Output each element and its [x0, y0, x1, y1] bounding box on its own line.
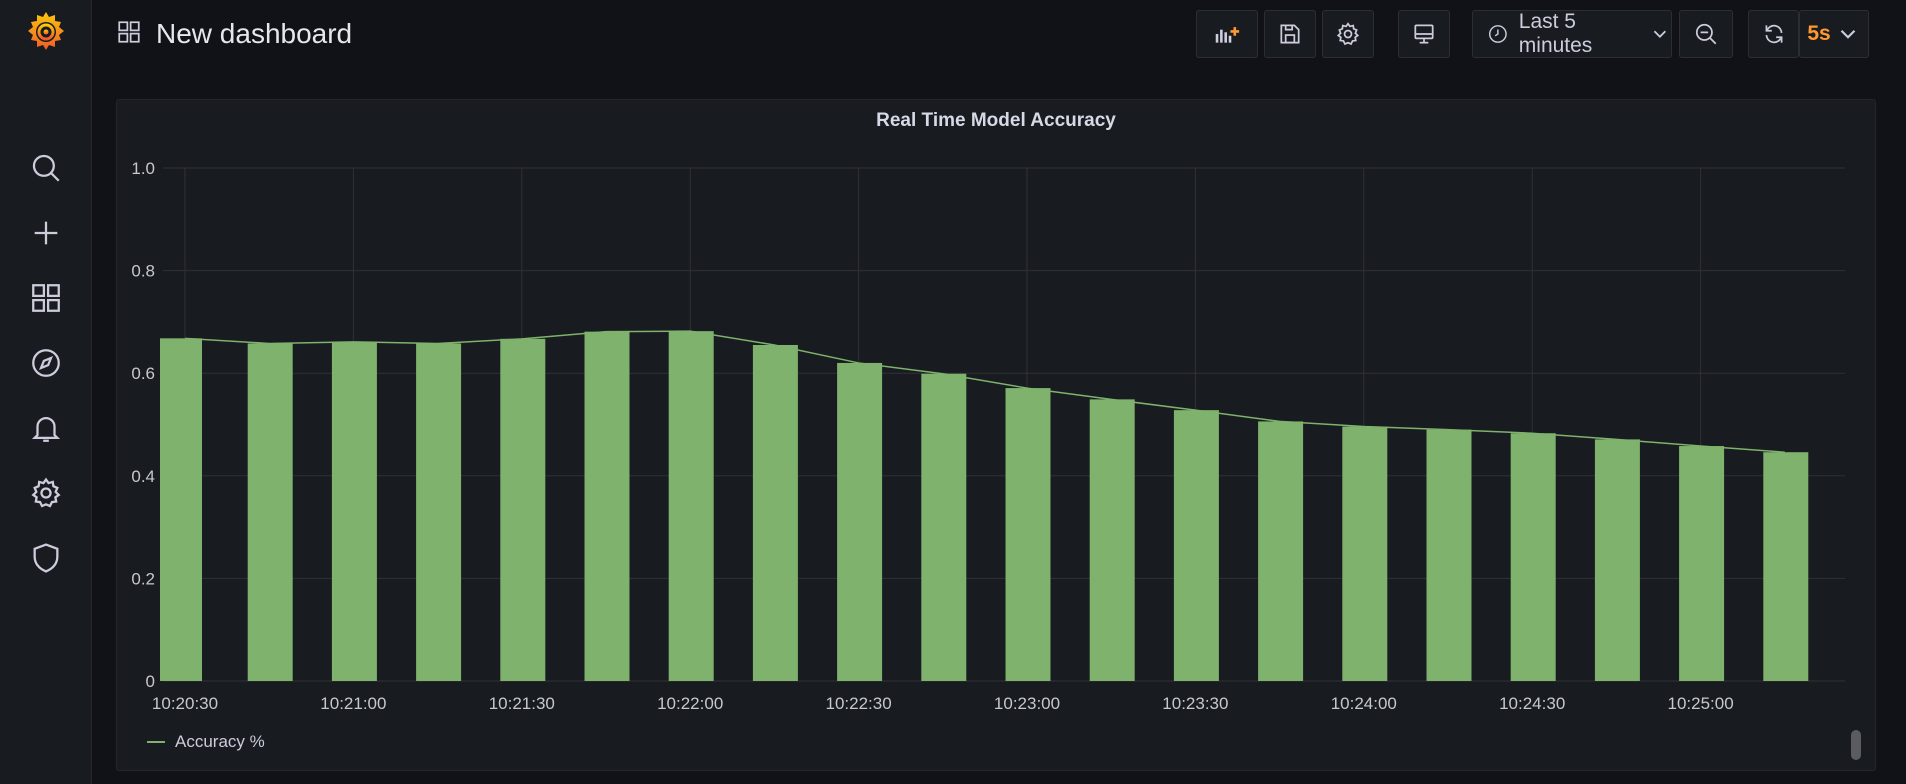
time-range-picker[interactable]: Last 5 minutes: [1472, 10, 1672, 58]
bar: [1763, 452, 1809, 681]
x-tick-label: 10:25:00: [1668, 694, 1734, 713]
dashboards-grid-icon: [116, 19, 142, 50]
bar: [584, 331, 630, 681]
bar: [1005, 388, 1051, 681]
y-tick-label: 0.2: [131, 569, 155, 588]
y-tick-label: 0.8: [131, 262, 155, 281]
chevron-down-icon: [1840, 29, 1855, 39]
y-tick-label: 0: [146, 672, 155, 691]
panel-resize-handle[interactable]: [1851, 730, 1861, 760]
bar: [668, 331, 714, 681]
bar: [1679, 446, 1725, 681]
refresh-interval-label: 5s: [1807, 22, 1831, 45]
bar: [837, 362, 883, 681]
save-dashboard-button[interactable]: [1264, 10, 1316, 58]
dashboards-icon[interactable]: [28, 280, 64, 316]
grafana-logo-icon[interactable]: [22, 8, 70, 56]
shield-icon[interactable]: [28, 540, 64, 576]
legend-label-accuracy[interactable]: Accuracy %: [175, 732, 265, 752]
bell-icon[interactable]: [28, 410, 64, 446]
compass-icon[interactable]: [28, 345, 64, 381]
bar: [331, 341, 377, 681]
legend-swatch: [147, 741, 165, 743]
bar: [1594, 439, 1640, 681]
x-tick-label: 10:22:30: [826, 694, 892, 713]
bar: [1426, 429, 1472, 681]
refresh-icon: [1765, 24, 1782, 44]
refresh-interval-picker[interactable]: 5s: [1799, 10, 1869, 58]
search-icon[interactable]: [28, 150, 64, 186]
legend: Accuracy %: [147, 732, 265, 752]
bar: [1089, 399, 1135, 681]
zoom-out-icon: [1695, 23, 1717, 45]
x-tick-label: 10:20:30: [152, 694, 218, 713]
bar: [1510, 433, 1556, 681]
bar: [160, 338, 202, 681]
accuracy-chart: 0 0.2 0.4 0.6 0.8 1.0 10:20:30 10:21:00 10:21:30…: [131, 159, 1845, 713]
bar: [416, 343, 462, 681]
bar: [752, 344, 798, 681]
monitor-icon: [1414, 24, 1434, 44]
x-tick-label: 10:22:00: [657, 694, 723, 713]
dashboard-settings-button[interactable]: [1322, 10, 1374, 58]
y-tick-label: 0.4: [131, 467, 155, 486]
gear-icon[interactable]: [28, 475, 64, 511]
x-tick-label: 10:21:00: [320, 694, 386, 713]
add-panel-icon: [1215, 27, 1240, 43]
bar: [247, 343, 293, 681]
zoom-out-button[interactable]: [1679, 10, 1733, 58]
bar: [1258, 421, 1304, 681]
tv-mode-button[interactable]: [1398, 10, 1450, 58]
x-tick-label: 10:23:00: [994, 694, 1060, 713]
clock-icon: [1488, 25, 1507, 43]
x-tick-label: 10:23:30: [1162, 694, 1228, 713]
x-tick-label: 10:21:30: [489, 694, 555, 713]
y-tick-label: 0.6: [131, 364, 155, 383]
bar: [500, 338, 546, 681]
x-tick-label: 10:24:00: [1331, 694, 1397, 713]
page-title[interactable]: New dashboard: [156, 18, 352, 50]
dashboard-title-area[interactable]: New dashboard: [116, 14, 352, 54]
time-range-label: Last 5 minutes: [1518, 10, 1593, 57]
top-bar: New dashboard Last 5 minutes 5s: [92, 0, 1906, 70]
bar: [1173, 410, 1219, 681]
gear-icon: [1336, 22, 1360, 46]
save-icon: [1280, 24, 1300, 44]
refresh-button[interactable]: [1748, 10, 1799, 58]
bar: [921, 373, 967, 681]
plus-icon[interactable]: [28, 215, 64, 251]
graph-panel[interactable]: Real Time Model Accuracy 0 0.2 0.4 0.6 0.8 1.…: [116, 99, 1876, 771]
x-tick-label: 10:24:30: [1499, 694, 1565, 713]
y-tick-label: 1.0: [131, 159, 155, 178]
chevron-down-icon: [1654, 30, 1667, 39]
add-panel-button[interactable]: [1196, 10, 1258, 58]
bar: [1342, 426, 1388, 681]
sidebar: [0, 0, 92, 784]
